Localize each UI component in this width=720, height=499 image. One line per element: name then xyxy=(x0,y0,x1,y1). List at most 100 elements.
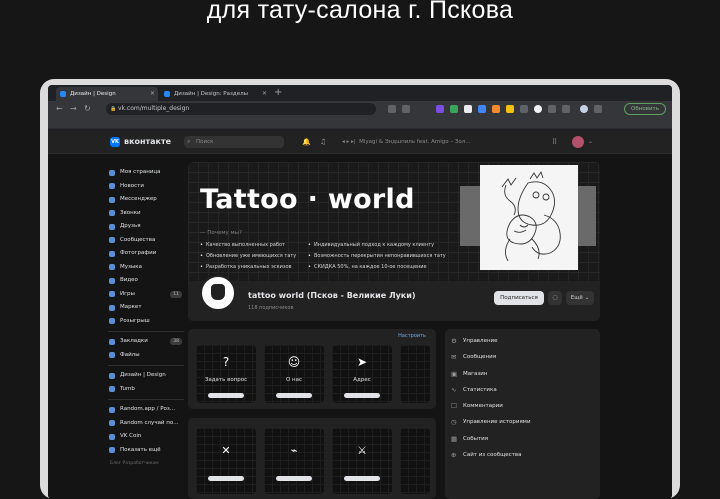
sidebar-item[interactable]: Игры 11 xyxy=(108,288,184,302)
settings-link[interactable]: Настроить xyxy=(398,333,426,339)
community-avatar[interactable] xyxy=(200,275,236,311)
close-icon[interactable]: ✕ xyxy=(262,87,267,101)
audio-player[interactable]: ◂ ▸ ▸| Miyagi & Эндшпиль feat. Amigo – З… xyxy=(342,136,471,148)
extension-icon[interactable] xyxy=(436,105,444,113)
tab-design[interactable]: Дизайн | Design ✕ xyxy=(56,87,158,101)
widget-card-question[interactable]: ? Задать вопрос xyxy=(196,345,256,403)
sidebar-icon xyxy=(109,386,115,392)
bookmark-item[interactable]: Nft xyxy=(300,125,315,128)
bookmark-item[interactable]: Medium xyxy=(554,125,582,128)
bookmark-item[interactable]: Подбор слов xyxy=(506,125,547,128)
extension-icon[interactable] xyxy=(506,105,514,113)
chevron-down-icon[interactable]: ⌄ xyxy=(588,136,593,148)
bookmark-item[interactable]: Клиенты xyxy=(322,125,353,128)
vk-favicon-icon xyxy=(164,91,170,97)
sidebar-item[interactable]: Музыка xyxy=(108,261,184,275)
sidebar-item[interactable]: VK Coin xyxy=(108,430,184,444)
extension-icon[interactable] xyxy=(520,105,528,113)
share-icon[interactable] xyxy=(388,105,396,113)
extension-icon[interactable] xyxy=(492,105,500,113)
sidebar-item[interactable]: Фотографии xyxy=(108,247,184,261)
sidebar-item[interactable]: Дизайн | Design xyxy=(108,369,184,383)
vk-brand[interactable]: вконтакте xyxy=(124,136,171,148)
management-item[interactable]: ⊕ Сайт из сообщества xyxy=(445,447,600,463)
carousel-dots[interactable] xyxy=(508,271,543,281)
widget-button[interactable] xyxy=(344,476,380,481)
apps-grid-icon[interactable]: ⠿ xyxy=(552,136,557,148)
back-icon[interactable]: ← xyxy=(56,103,63,115)
sidebar-item[interactable]: Сообщества xyxy=(108,234,184,248)
widget-card-partial[interactable] xyxy=(400,428,430,494)
sidebar-item[interactable]: Маркет xyxy=(108,301,184,315)
management-item[interactable]: ✉ Сообщения xyxy=(445,349,600,365)
reload-icon[interactable]: ↻ xyxy=(84,103,91,115)
widget-button[interactable] xyxy=(208,476,244,481)
sidebar-item[interactable]: Звонки xyxy=(108,207,184,221)
bookmark-item[interactable]: Weblancer xyxy=(361,125,395,128)
extension-icon[interactable] xyxy=(464,105,472,113)
vk-search-input[interactable]: ⌕ Поиск xyxy=(184,136,284,148)
sidebar-item[interactable]: Новости xyxy=(108,180,184,194)
bookmark-item[interactable]: SMMplanner | Посты xyxy=(439,125,499,128)
widget-button[interactable] xyxy=(276,393,312,398)
sidebar-item[interactable]: Показать ещё xyxy=(108,444,184,458)
user-avatar[interactable] xyxy=(572,136,584,148)
widget-button[interactable] xyxy=(208,393,244,398)
management-item[interactable]: ⚙ Управление xyxy=(445,333,600,349)
sidebar-item[interactable]: Моя страница xyxy=(108,166,184,180)
bookmark-item[interactable]: Figma xyxy=(243,125,266,128)
sidebar-item[interactable]: Tumb xyxy=(108,383,184,397)
bookmark-item[interactable]: Обучение xyxy=(153,125,187,128)
widget-button[interactable] xyxy=(276,476,312,481)
extension-icon[interactable] xyxy=(548,105,556,113)
subscriber-count[interactable]: 118 подписчиков xyxy=(248,305,293,311)
update-button[interactable]: Обновить xyxy=(624,103,666,115)
management-item[interactable]: ☐ Комментарии xyxy=(445,398,600,414)
forward-icon[interactable]: → xyxy=(70,103,77,115)
profile-avatar-icon[interactable] xyxy=(580,105,588,113)
new-tab-icon[interactable]: + xyxy=(274,86,282,100)
sidebar-item[interactable]: Random случай по... xyxy=(108,417,184,431)
sidebar-item[interactable]: Random.app / Роз... xyxy=(108,403,184,417)
sidebar-item[interactable]: Видео xyxy=(108,274,184,288)
music-note-icon[interactable]: ♫ xyxy=(320,136,326,148)
bookmark-item[interactable]: Helper xyxy=(54,125,79,128)
vk-logo-icon[interactable]: VK xyxy=(110,137,120,147)
close-icon[interactable]: ✕ xyxy=(150,87,155,101)
widget-card-address[interactable]: ➤ Адрес xyxy=(332,345,392,403)
address-bar[interactable]: 🔒 vk.com/multiple_design xyxy=(106,103,376,115)
widget-card[interactable]: ⚔ xyxy=(332,428,392,494)
tab-design-sections[interactable]: Дизайн | Design: Разделы ✕ xyxy=(160,87,270,101)
management-item[interactable]: ▦ События xyxy=(445,431,600,447)
sidebar-footer-links[interactable]: Блог Разработчикам xyxy=(108,461,184,466)
widget-button[interactable] xyxy=(344,393,380,398)
bookmark-item[interactable]: Вдохновение xyxy=(193,125,236,128)
bookmark-star-icon[interactable] xyxy=(402,105,410,113)
bookmark-item[interactable]: Messenger xyxy=(86,125,121,128)
widget-card[interactable]: ⌁ xyxy=(264,428,324,494)
management-item[interactable]: ∿ Статистика xyxy=(445,382,600,398)
sidebar-item[interactable]: Друзья xyxy=(108,220,184,234)
message-button[interactable]: ◌ xyxy=(548,291,562,305)
widget-card[interactable]: ✕ xyxy=(196,428,256,494)
subscribe-button[interactable]: Подписаться xyxy=(494,291,544,305)
window-icon[interactable] xyxy=(594,105,602,113)
extension-icon[interactable] xyxy=(534,105,542,113)
extension-icon[interactable] xyxy=(562,105,570,113)
more-button[interactable]: Ещё ⌄ xyxy=(566,291,594,305)
bookmark-item[interactable]: Битрикс xyxy=(402,125,432,128)
sidebar-item[interactable]: Розыгрыш xyxy=(108,315,184,329)
sidebar-item[interactable]: Закладки 38 xyxy=(108,335,184,349)
extension-icon[interactable] xyxy=(450,105,458,113)
management-item[interactable]: ◷ Управление историями xyxy=(445,414,600,430)
feature-item: Индивидуальный подход к каждому клиенту xyxy=(308,242,434,249)
sidebar-item[interactable]: Мессенджер xyxy=(108,193,184,207)
bookmark-item[interactable]: FOP xyxy=(128,125,146,128)
bell-icon[interactable]: 🔔 xyxy=(302,136,311,148)
bookmark-item[interactable]: Tilda xyxy=(273,125,293,128)
extension-icon[interactable] xyxy=(478,105,486,113)
widget-card-partial[interactable] xyxy=(400,345,430,403)
sidebar-item[interactable]: Файлы xyxy=(108,349,184,363)
management-item[interactable]: ▣ Магазин xyxy=(445,366,600,382)
widget-card-about[interactable]: ☺ О нас xyxy=(264,345,324,403)
